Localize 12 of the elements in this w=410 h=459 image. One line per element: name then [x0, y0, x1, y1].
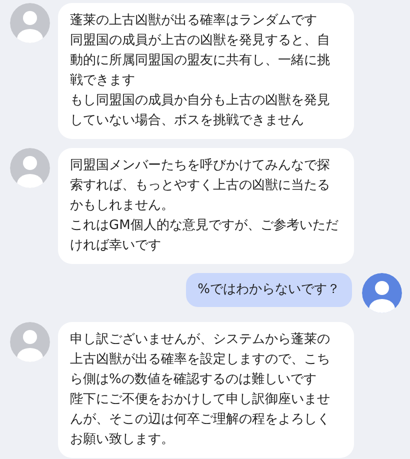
message-text: %ではわからないです？ — [198, 281, 340, 299]
message-text: 陛下にご不便をおかけして申し訳御座いませんが、そこの辺は何卒ご理解の程をよろしくお願い致します。 — [70, 391, 331, 449]
avatar-icon — [10, 3, 50, 43]
message-text: もし同盟国の成員か自分も上古の凶獣を発見していない場合、ボスを挑戦できません — [70, 92, 331, 130]
message-text: 同盟国メンバーたちを呼びかけてみんなで探索すれば、もっとやすく上古の凶獣に当たるかもしれません。 — [70, 157, 331, 215]
message-text: 同盟国の成員が上古の凶獣を発見すると、自動的に所属同盟国の盟友に共有し、一緒に挑戦できます — [70, 32, 331, 90]
message-text: 蓬莱の上古凶獣が出る確率はランダムです — [70, 12, 318, 30]
avatar-icon — [10, 322, 50, 362]
message-text: 申し訳ございませんが、システムから蓬莱の上古凶獣が出る確率を設定しますので、こちら側は%の数値を確認するのは難しいです — [70, 331, 331, 389]
avatar-icon — [362, 273, 402, 313]
avatar-icon — [10, 148, 50, 188]
message-text: これはGM個人的な意見ですが、ご参考いただければ幸いです — [70, 217, 340, 255]
